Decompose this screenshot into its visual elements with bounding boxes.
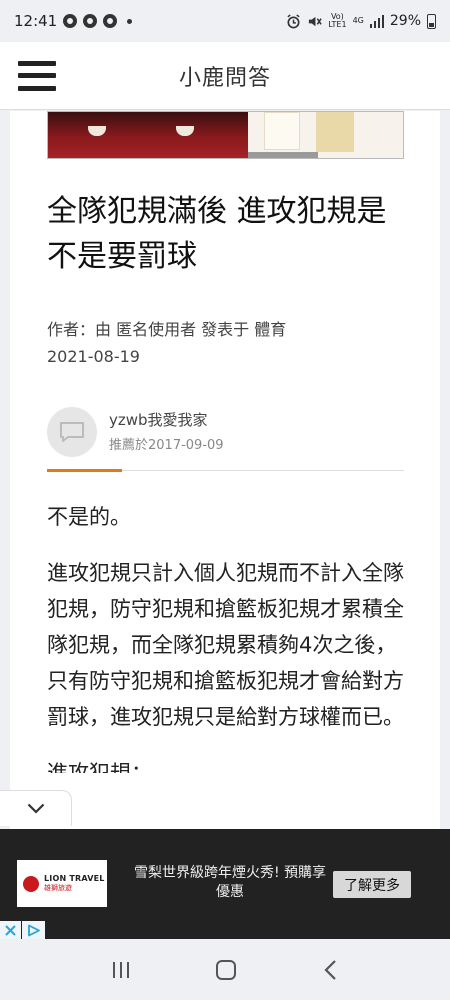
system-nav-bar [0,940,450,1000]
answer-body: 不是的。 進攻犯規只計入個人犯規而不計入全隊犯規，防守犯規和搶籃板犯規才累積全隊… [47,499,407,811]
battery-percent: 29% [389,13,421,29]
ad-close-button[interactable] [0,921,21,939]
article-date: 2021-08-19 [47,347,140,366]
status-left: 12:41 [14,12,133,30]
collapse-ad-button[interactable] [0,790,72,826]
ad-brand-zh: 雄獅旅遊 [44,884,72,892]
ad-choices-icon [27,924,40,936]
hero-indicator [248,152,318,158]
back-icon[interactable] [323,959,337,981]
product-pack-graphic [264,112,300,150]
home-icon[interactable] [215,960,236,980]
menu-icon[interactable] [18,60,56,91]
answer-username[interactable]: yzwb我愛我家 [109,409,208,430]
ad-brand-logo: LION TRAVEL 雄獅旅遊 [17,860,107,907]
lion-logo-icon [23,875,39,892]
mute-icon [309,16,322,26]
ad-learn-more-button[interactable]: 了解更多 [333,871,411,898]
answer-accent-line [47,469,122,472]
article-meta: 作者：由 匿名使用者 發表于 體育 2021-08-19 [47,316,286,370]
answer-paragraph: 不是的。 [47,505,131,529]
product-box-graphic [316,112,354,152]
chevron-down-icon [27,803,44,814]
site-title: 小鹿問答 [178,65,271,91]
teacup-graphic [176,126,194,136]
chrome-notification-icon [103,14,118,28]
chrome-notification-icon [83,14,98,28]
hero-image [47,111,404,159]
hero-image-left [48,112,248,158]
ad-banner[interactable]: LION TRAVEL 雄獅旅遊 雪梨世界級跨年煙火秀! 預購享優惠 了解更多 [0,829,450,939]
article-author-line: 作者：由 匿名使用者 發表于 體育 [47,320,287,339]
status-time: 12:41 [14,12,58,30]
answer-recommended-date: 推薦於2017-09-09 [109,438,224,453]
status-right: Vo) LTE1 4G 29% [286,13,436,29]
article-content: 全隊犯規滿後 進攻犯規是不是要罰球 作者：由 匿名使用者 發表于 體育 2021… [10,111,440,829]
chat-bubble-icon [60,422,84,442]
ad-brand-text: LION TRAVEL 雄獅旅遊 [44,874,105,893]
alarm-icon [287,13,300,28]
volte-indicator: Vo) LTE1 [328,13,346,29]
battery-icon [427,13,436,29]
answer-paragraph: 進攻犯規： [47,761,152,785]
ad-brand-en: LION TRAVEL [44,874,105,883]
close-icon [5,924,16,936]
ad-text: 雪梨世界級跨年煙火秀! 預購享優惠 [133,865,327,900]
more-notifications-icon [127,18,133,24]
status-bar: 12:41 Vo) LTE1 4G 29% [0,0,450,42]
chrome-notification-icon [63,14,78,28]
avatar [47,407,97,457]
article-title: 全隊犯規滿後 進攻犯規是不是要罰球 [47,194,387,274]
recents-icon[interactable] [113,962,130,978]
ad-choices-button[interactable] [22,921,45,939]
app-header: 小鹿問答 [0,42,450,110]
answer-paragraph: 進攻犯規只計入個人犯規而不計入全隊犯規，防守犯規和搶籃板犯規才累積全隊犯規，而全… [47,561,404,729]
teacup-graphic [88,126,106,136]
network-gen-label: 4G [352,16,364,25]
lte-label: LTE1 [328,20,347,29]
signal-icon [369,14,384,28]
